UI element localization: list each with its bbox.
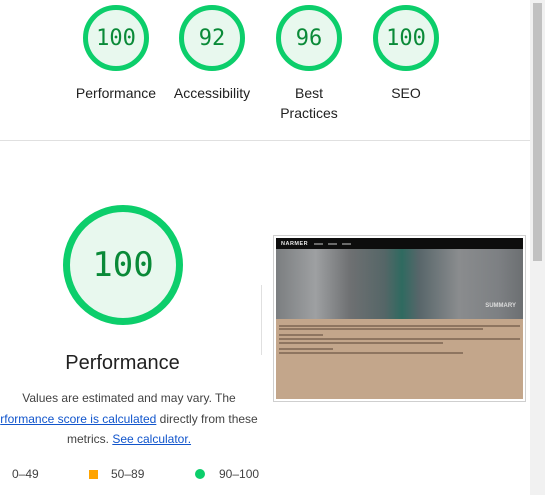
screenshot-summary-text: SUMMARY (485, 303, 516, 309)
score-circle: 96 (276, 5, 342, 71)
gauge-label: Accessibility (173, 85, 251, 101)
screenshot-nav-link (314, 242, 324, 245)
legend-fail-label: 0–49 (12, 467, 39, 481)
performance-title: Performance (65, 352, 180, 374)
screenshot-content: NARMER SUMMARY (276, 238, 523, 399)
description-line-3: metrics. See calculator. (0, 429, 260, 450)
gauge-label: SEO (391, 85, 421, 101)
gauge-label: Performance (75, 85, 157, 101)
screenshot-navbar: NARMER (276, 238, 523, 249)
score-circle: 100 (373, 5, 439, 71)
legend-pass: 90–100 (195, 466, 259, 482)
legend-fail: 0–49 (12, 466, 39, 482)
screenshot-nav-link (328, 242, 338, 245)
performance-score-value: 100 (92, 245, 154, 285)
screenshot-logo: NARMER (281, 240, 309, 247)
description-line-2: rformance score is calculated directly f… (0, 409, 260, 430)
score-value: 100 (96, 25, 136, 51)
screenshot-text-line (279, 352, 463, 354)
score-circle: 100 (83, 5, 149, 71)
screenshot-hero-image: SUMMARY (276, 249, 523, 319)
gauge-performance[interactable]: 100 Performance (66, 5, 166, 103)
legend-average-label: 50–89 (111, 467, 145, 481)
score-value: 100 (386, 25, 426, 51)
green-circle-icon (195, 469, 205, 479)
final-screenshot[interactable]: NARMER SUMMARY (273, 235, 526, 402)
performance-score-gauge: 100 (63, 205, 183, 325)
description-text: metrics. (66, 432, 113, 446)
screenshot-nav-link (342, 242, 352, 245)
legend-average: 50–89 (89, 466, 144, 482)
score-circle: 92 (179, 5, 245, 71)
screenshot-text-line (279, 338, 520, 340)
description-text: directly from these (156, 411, 258, 426)
see-calculator-link[interactable]: See calculator. (112, 432, 191, 446)
orange-square-icon (89, 469, 98, 479)
screenshot-text-line (279, 334, 323, 336)
screenshot-nav-links (314, 242, 356, 245)
description-line-1: Values are estimated and may vary. The (22, 391, 236, 405)
gauge-best-practices[interactable]: 96 Best Practices (259, 5, 359, 123)
category-gauges: 100 Performance 92 Accessibility 96 Best… (0, 0, 530, 141)
screenshot-text-line (279, 328, 483, 330)
score-value: 92 (198, 25, 226, 51)
screenshot-text-line (279, 348, 333, 350)
screenshot-text-line (279, 325, 520, 327)
score-value: 96 (295, 25, 323, 51)
legend-pass-label: 90–100 (219, 467, 260, 481)
screenshot-text-line (279, 342, 443, 344)
gauge-label: Best Practices (280, 85, 338, 121)
score-scale-legend: 0–49 50–89 90–100 (0, 466, 530, 482)
vertical-divider (261, 285, 262, 355)
performance-description: Values are estimated and may vary. The r… (0, 388, 260, 450)
score-calculated-link[interactable]: rformance score is calculated (0, 412, 156, 426)
gauge-seo[interactable]: 100 SEO (356, 5, 456, 103)
gauge-accessibility[interactable]: 92 Accessibility (162, 5, 262, 103)
scrollbar-thumb[interactable] (533, 3, 542, 261)
